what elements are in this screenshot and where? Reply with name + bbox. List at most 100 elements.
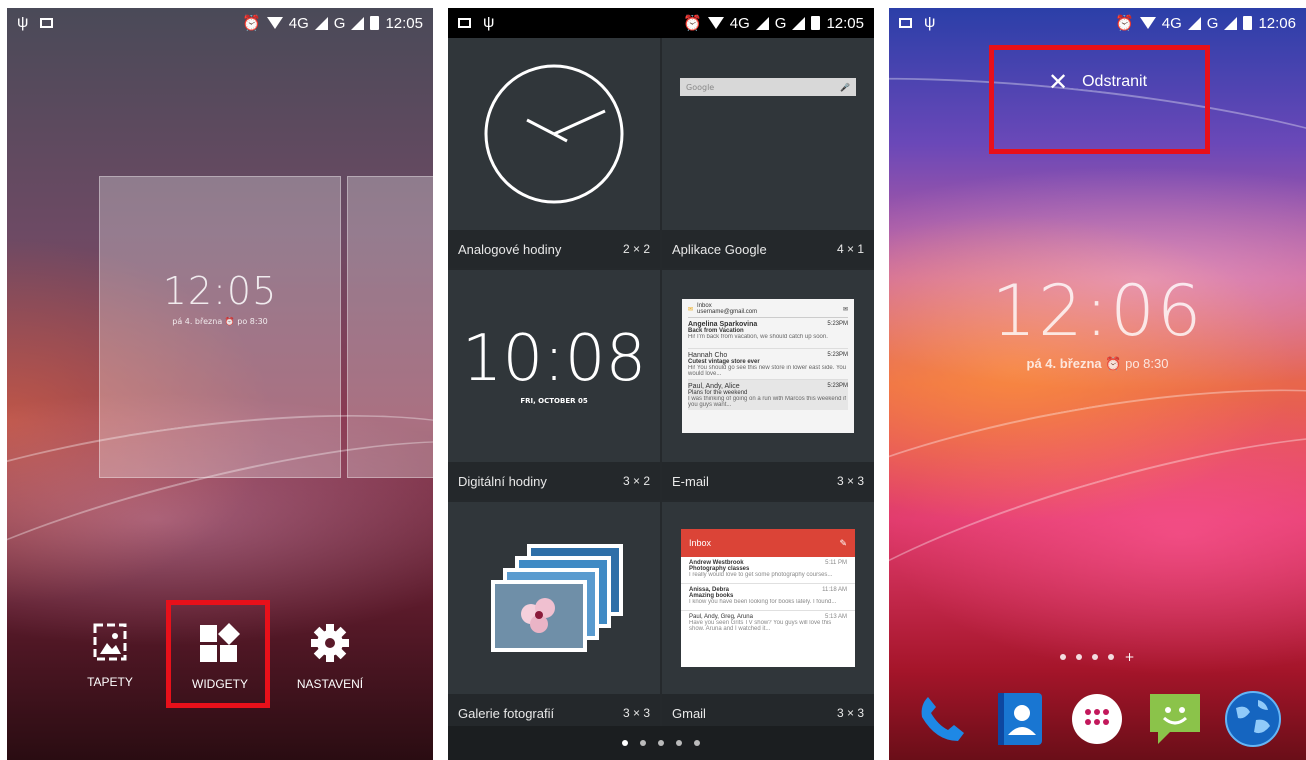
gmail-snippet: I know you have been looking for books l… xyxy=(689,599,837,605)
screenshot-notification-icon xyxy=(899,18,912,28)
screenshot-notification-icon xyxy=(40,18,54,28)
network-type: 4G xyxy=(729,14,750,32)
email-icon: ✉ xyxy=(688,306,694,313)
widget-preview: ✉ Inbox username@gmail.com ✉ Angelina Sp… xyxy=(662,270,874,462)
gmail-header-title: Inbox xyxy=(689,538,712,548)
gmail-snippet: Have you seen Grits TV show? You guys wi… xyxy=(689,620,832,632)
settings-button[interactable]: NASTAVENÍ xyxy=(275,623,385,691)
widget-preview: 10:08 FRI, OCTOBER 05 xyxy=(448,270,660,462)
gmail-header: Inbox ✎ xyxy=(681,529,855,557)
widget-photo-gallery[interactable]: Galerie fotografií 3 × 3 xyxy=(448,502,660,732)
gear-icon xyxy=(311,624,349,662)
home-page-preview-next[interactable] xyxy=(347,176,433,478)
email-header: ✉ Inbox username@gmail.com ✉ xyxy=(688,303,848,318)
widget-preview xyxy=(448,38,660,230)
widget-caption: Aplikace Google 4 × 1 xyxy=(662,230,874,268)
status-bar: ψ ⏰ 4G G 12:06 xyxy=(889,8,1306,38)
messaging-icon[interactable] xyxy=(1144,688,1206,750)
google-bar-text: Google xyxy=(686,82,715,92)
status-time: 12:06 xyxy=(1258,14,1296,32)
wifi-icon xyxy=(1139,17,1156,29)
page-dot xyxy=(658,740,664,746)
signal-icon xyxy=(1224,16,1238,30)
widget-preview: Inbox ✎ Andrew Westbrook 5:11 PM Photogra… xyxy=(662,502,874,694)
clock-time: 12:06 xyxy=(991,270,1204,352)
phone-icon-svg xyxy=(921,697,964,741)
clock-date: pá 4. března ⏰ po 8:30 xyxy=(100,317,340,326)
widget-size: 2 × 2 xyxy=(622,242,650,256)
wifi-icon xyxy=(266,17,283,29)
home-page-preview[interactable]: 12:05 pá 4. března ⏰ po 8:30 xyxy=(99,176,341,478)
status-bar: ψ ⏰ 4G G 12:05 xyxy=(7,8,433,38)
network-type: 4G xyxy=(288,14,309,32)
battery-icon xyxy=(811,16,821,30)
alarm-icon: ⏰ xyxy=(1115,15,1134,32)
clock-widget: 12:05 pá 4. března ⏰ po 8:30 xyxy=(100,269,340,326)
widget-gmail[interactable]: Inbox ✎ Andrew Westbrook 5:11 PM Photogra… xyxy=(662,502,874,732)
email-from: Angelina Sparkovina xyxy=(688,321,758,328)
network-type-2: G xyxy=(1206,14,1219,32)
analog-clock-icon xyxy=(484,64,624,204)
digital-clock-time: 10:08 xyxy=(461,322,647,396)
widget-digital-clock[interactable]: 10:08 FRI, OCTOBER 05 Digitální hodiny 3… xyxy=(448,270,660,500)
widget-name: Aplikace Google xyxy=(672,241,767,257)
email-time: 5:23PM xyxy=(827,321,848,327)
usb-icon: ψ xyxy=(483,14,495,31)
phone-icon[interactable] xyxy=(911,688,973,750)
clock-date: pá 4. března ⏰ po 8:30 xyxy=(889,356,1306,372)
page-dot xyxy=(694,740,700,746)
status-time: 12:05 xyxy=(826,14,864,32)
page-dot xyxy=(640,740,646,746)
page-indicator: + xyxy=(889,650,1306,664)
widget-google-app[interactable]: Google 🎤 Aplikace Google 4 × 1 xyxy=(662,38,874,268)
alarm-icon: ⏰ xyxy=(1105,356,1122,371)
compose-icon: ✉ xyxy=(842,306,848,313)
battery-icon xyxy=(370,16,380,30)
widget-size: 3 × 3 xyxy=(836,706,864,720)
browser-icon[interactable] xyxy=(1222,688,1284,750)
dock xyxy=(889,684,1306,754)
globe-icon xyxy=(1225,691,1282,747)
page-dot xyxy=(1060,654,1067,660)
contacts-icon[interactable] xyxy=(989,688,1051,750)
photo-stack-icon xyxy=(491,544,623,652)
gmail-item: Paul, Andy, Greg, Aruna 5:13 AM Have you … xyxy=(681,611,855,639)
email-from: Hannah Cho xyxy=(688,352,728,359)
wallpapers-button[interactable]: TAPETY xyxy=(55,623,165,691)
signal-icon xyxy=(792,16,806,30)
page-dot xyxy=(1108,654,1115,660)
widget-size: 3 × 3 xyxy=(622,706,650,720)
widget-size: 3 × 3 xyxy=(836,474,864,488)
email-preview-card: ✉ Inbox username@gmail.com ✉ Angelina Sp… xyxy=(682,299,854,433)
messaging-icon-svg xyxy=(1150,694,1201,744)
widget-analog-clock[interactable]: Analogové hodiny 2 × 2 xyxy=(448,38,660,268)
signal-icon xyxy=(755,16,769,30)
clock-time: 12:05 xyxy=(162,269,278,313)
usb-icon: ψ xyxy=(17,14,29,31)
signal-icon xyxy=(351,16,365,30)
widget-caption: Analogové hodiny 2 × 2 xyxy=(448,230,660,268)
widget-caption: Digitální hodiny 3 × 2 xyxy=(448,462,660,500)
network-type: 4G xyxy=(1161,14,1182,32)
widget-size: 3 × 2 xyxy=(622,474,650,488)
alarm-text: po 8:30 xyxy=(1125,356,1169,371)
mic-icon: 🎤 xyxy=(840,82,850,92)
alarm-text: po 8:30 xyxy=(237,317,268,326)
gmail-snippet: I really would love to get some photogra… xyxy=(689,572,833,578)
apps-drawer-icon-svg xyxy=(1072,694,1123,744)
page-dot xyxy=(676,740,682,746)
widget-name: E-mail xyxy=(672,473,709,489)
apps-drawer-icon[interactable] xyxy=(1066,688,1128,750)
widget-email[interactable]: ✉ Inbox username@gmail.com ✉ Angelina Sp… xyxy=(662,270,874,500)
clock-widget[interactable]: 12:06 pá 4. března ⏰ po 8:30 xyxy=(889,270,1306,372)
network-type-2: G xyxy=(333,14,346,32)
email-item: Angelina Sparkovina 5:23PM Back from Vaca… xyxy=(688,318,848,349)
date-text: pá 4. března xyxy=(1026,356,1102,371)
screen-widget-picker: ψ ⏰ 4G G 12:05 Analogové hodiny 2 × 2 Go… xyxy=(448,8,874,760)
add-page-icon[interactable]: + xyxy=(1124,650,1134,664)
widget-name: Galerie fotografií xyxy=(458,705,555,721)
screen-home-drag: ψ ⏰ 4G G 12:06 ✕ Odstranit 12:06 pá 4. b… xyxy=(889,8,1306,760)
email-item: Hannah Cho 5:23PM Cutest vintage store ev… xyxy=(688,349,848,380)
email-time: 5:23PM xyxy=(827,383,848,389)
usb-icon: ψ xyxy=(924,14,936,31)
